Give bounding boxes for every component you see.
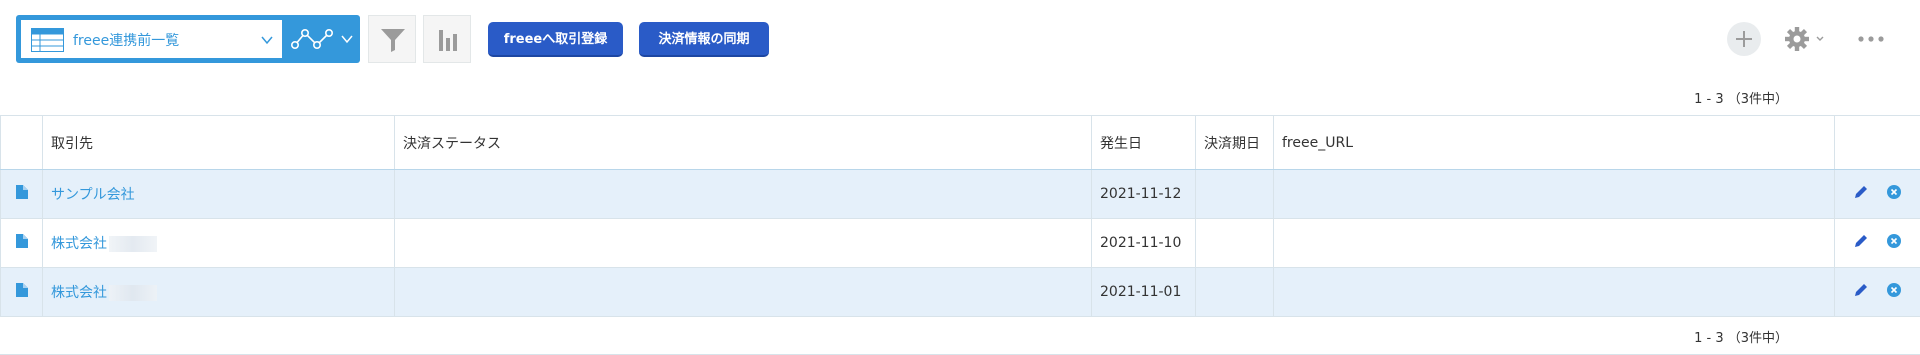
more-options-button[interactable] — [1855, 26, 1887, 52]
cell-date: 2021-11-12 — [1091, 169, 1196, 219]
redacted-text — [109, 285, 157, 301]
delete-button[interactable] — [1886, 282, 1902, 302]
client-link[interactable]: 株式会社 — [51, 285, 107, 301]
document-icon — [15, 185, 28, 199]
record-table: 取引先 決済ステータス 発生日 決済期日 freee_URL サンプル会社 20… — [0, 115, 1920, 317]
record-detail-link[interactable] — [0, 169, 43, 219]
delete-icon — [1886, 234, 1901, 248]
edit-button[interactable] — [1853, 184, 1869, 204]
table-header-row: 取引先 決済ステータス 発生日 決済期日 freee_URL — [0, 115, 1920, 170]
cell-client[interactable]: サンプル会社 — [42, 169, 395, 219]
delete-icon — [1886, 283, 1901, 297]
pencil-icon — [1855, 284, 1868, 296]
client-link[interactable]: 株式会社 — [51, 236, 107, 252]
sync-payment-button[interactable]: 決済情報の同期 — [639, 22, 769, 57]
more-icon — [1858, 36, 1884, 42]
redacted-text — [109, 236, 157, 252]
header-due[interactable]: 決済期日 — [1195, 115, 1274, 170]
settings-button[interactable] — [1783, 24, 1833, 54]
table-row: 株式会社 2021-11-01 — [0, 267, 1920, 317]
cell-status — [394, 267, 1092, 317]
table-row: 株式会社 2021-11-10 — [0, 218, 1920, 268]
table-row: サンプル会社 2021-11-12 — [0, 169, 1920, 219]
pencil-icon — [1855, 186, 1868, 198]
cell-due — [1195, 218, 1274, 268]
cell-status — [394, 169, 1092, 219]
cell-url — [1273, 218, 1835, 268]
document-icon — [15, 283, 28, 297]
filter-icon — [381, 29, 405, 52]
pagination-info-top: 1 - 3 （3件中） — [1694, 92, 1788, 107]
filter-button[interactable] — [368, 15, 416, 63]
cell-due — [1195, 169, 1274, 219]
header-date[interactable]: 発生日 — [1091, 115, 1196, 170]
cell-actions — [1834, 169, 1920, 219]
header-url[interactable]: freee_URL — [1273, 115, 1835, 170]
header-status[interactable]: 決済ステータス — [394, 115, 1092, 170]
cell-url — [1273, 267, 1835, 317]
record-detail-link[interactable] — [0, 218, 43, 268]
header-icon-col — [0, 115, 43, 170]
graph-chevron-down-icon[interactable] — [340, 32, 354, 46]
graph-icon[interactable] — [290, 25, 334, 53]
client-link[interactable]: サンプル会社 — [51, 187, 135, 203]
graph-button[interactable] — [423, 15, 471, 63]
record-detail-link[interactable] — [0, 267, 43, 317]
view-dropdown[interactable]: freee連携前一覧 — [20, 19, 283, 59]
delete-button[interactable] — [1886, 184, 1902, 204]
delete-icon — [1886, 185, 1901, 199]
pencil-icon — [1855, 235, 1868, 247]
cell-status — [394, 218, 1092, 268]
view-name: freee連携前一覧 — [73, 33, 180, 49]
header-client[interactable]: 取引先 — [42, 115, 395, 170]
edit-button[interactable] — [1853, 282, 1869, 302]
toolbar: freee連携前一覧 freeeへ取引登録 決済情報の同期 — [0, 0, 1920, 78]
cell-actions — [1834, 267, 1920, 317]
cell-date: 2021-11-01 — [1091, 267, 1196, 317]
cell-client[interactable]: 株式会社 — [42, 218, 395, 268]
document-icon — [15, 234, 28, 248]
edit-button[interactable] — [1853, 233, 1869, 253]
cell-due — [1195, 267, 1274, 317]
add-record-button[interactable] — [1727, 22, 1761, 56]
delete-button[interactable] — [1886, 233, 1902, 253]
header-actions — [1834, 115, 1920, 170]
chevron-down-icon — [261, 36, 273, 45]
cell-client[interactable]: 株式会社 — [42, 267, 395, 317]
bar-chart-icon — [439, 30, 457, 51]
pagination-info-bottom: 1 - 3 （3件中） — [1694, 331, 1788, 346]
plus-icon — [1736, 31, 1752, 47]
cell-actions — [1834, 218, 1920, 268]
view-selector[interactable]: freee連携前一覧 — [16, 15, 360, 63]
table-icon — [31, 28, 64, 52]
cell-date: 2021-11-10 — [1091, 218, 1196, 268]
gear-icon — [1785, 27, 1824, 51]
freee-register-button[interactable]: freeeへ取引登録 — [488, 22, 623, 57]
cell-url — [1273, 169, 1835, 219]
